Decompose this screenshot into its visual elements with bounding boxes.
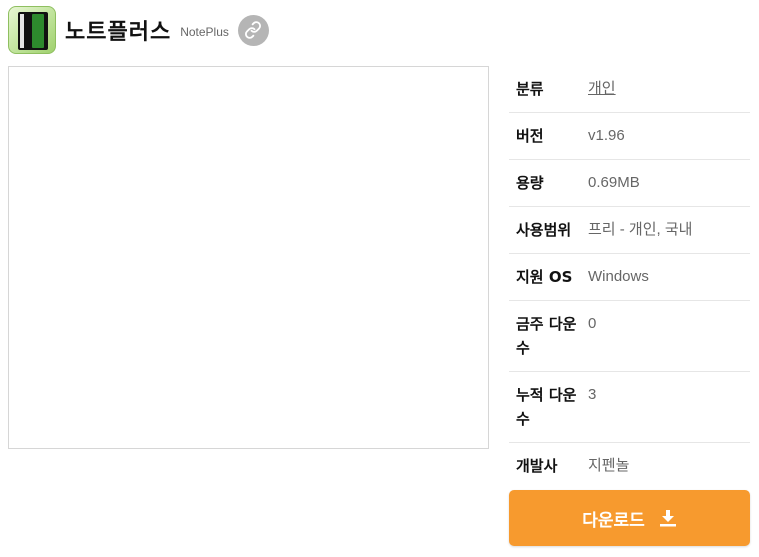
info-value: 0.69MB bbox=[588, 174, 640, 191]
info-label: 지원 OS bbox=[516, 268, 573, 286]
info-label: 용량 bbox=[516, 174, 544, 192]
info-label: 누적 다운수 bbox=[516, 386, 577, 428]
info-label: 개발사 bbox=[516, 457, 558, 475]
app-title: 노트플러스 bbox=[65, 20, 172, 45]
download-icon bbox=[659, 509, 677, 527]
info-row-category: 분류 개인 bbox=[509, 66, 750, 113]
download-button[interactable]: 다운로드 bbox=[509, 490, 750, 546]
info-value: 지펜놀 bbox=[588, 457, 630, 474]
info-value: v1.96 bbox=[588, 127, 625, 144]
info-row-weekly-downloads: 금주 다운수 0 bbox=[509, 301, 750, 372]
info-row-os: 지원 OS Windows bbox=[509, 254, 750, 301]
info-label: 분류 bbox=[516, 80, 544, 98]
info-value: 0 bbox=[588, 315, 597, 332]
info-row-size: 용량 0.69MB bbox=[509, 160, 750, 207]
copy-link-button[interactable] bbox=[237, 14, 269, 46]
info-value: 3 bbox=[588, 386, 597, 403]
info-label: 사용범위 bbox=[516, 221, 572, 239]
app-subtitle: NotePlus bbox=[180, 24, 229, 39]
link-icon bbox=[245, 21, 262, 39]
category-link[interactable]: 개인 bbox=[588, 66, 750, 112]
info-value: 프리 - 개인, 국내 bbox=[588, 221, 693, 238]
notebook-app-icon bbox=[8, 6, 56, 54]
info-value: Windows bbox=[588, 268, 649, 285]
download-label: 다운로드 bbox=[582, 510, 645, 531]
info-row-total-downloads: 누적 다운수 3 bbox=[509, 372, 750, 443]
info-row-version: 버전 v1.96 bbox=[509, 113, 750, 160]
app-header: 노트플러스 NotePlus bbox=[8, 6, 269, 54]
info-row-developer: 개발사 지펜놀 bbox=[509, 443, 750, 489]
screenshot-preview bbox=[8, 66, 489, 449]
info-row-license: 사용범위 프리 - 개인, 국내 bbox=[509, 207, 750, 254]
info-table: 분류 개인 버전 v1.96 용량 0.69MB 사용범위 프리 - 개인, 국… bbox=[509, 66, 750, 489]
info-label: 버전 bbox=[516, 127, 544, 145]
info-label: 금주 다운수 bbox=[516, 315, 577, 357]
